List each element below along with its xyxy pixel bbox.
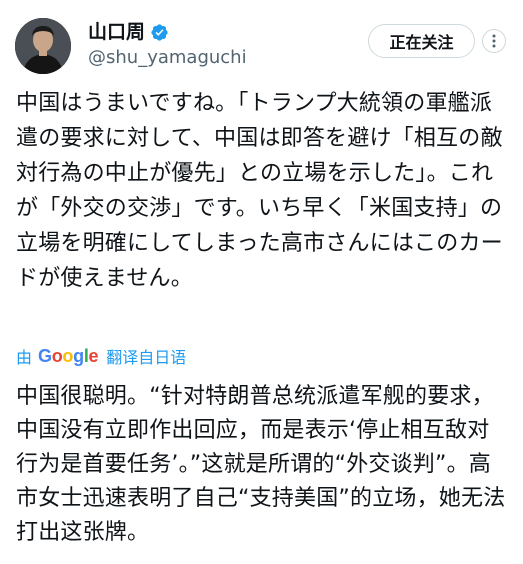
avatar-portrait (15, 18, 71, 74)
tweet-original-text: 中国はうまいですね。「トランプ大統領の軍艦派遣の要求に対して、中国は即答を避け「… (16, 91, 503, 291)
google-logo: Google (38, 345, 99, 366)
author-handle[interactable]: @shu_yamaguchi (88, 47, 247, 69)
tweet-card: 山口周 @shu_yamaguchi 正在关注 中国はうまいですね。「トランプ大… (0, 0, 523, 564)
more-options-button[interactable] (482, 29, 506, 53)
translated-from-label[interactable]: 翻译自日语 (106, 344, 186, 368)
tweet-translated-text: 中国很聪明。“针对特朗普总统派遣军舰的要求，中国没有立即作出回应，而是表示‘停止… (16, 384, 506, 545)
translation-by-label: 由 (16, 348, 33, 367)
author-display-name[interactable]: 山口周 (88, 20, 145, 44)
translation-attribution[interactable]: 由 Google 翻译自日语 (16, 344, 186, 368)
avatar[interactable] (15, 18, 71, 74)
more-options-icon (492, 34, 496, 48)
author-name-row[interactable]: 山口周 (88, 20, 169, 44)
verified-badge-icon (150, 23, 169, 42)
following-button[interactable]: 正在关注 (368, 24, 475, 58)
